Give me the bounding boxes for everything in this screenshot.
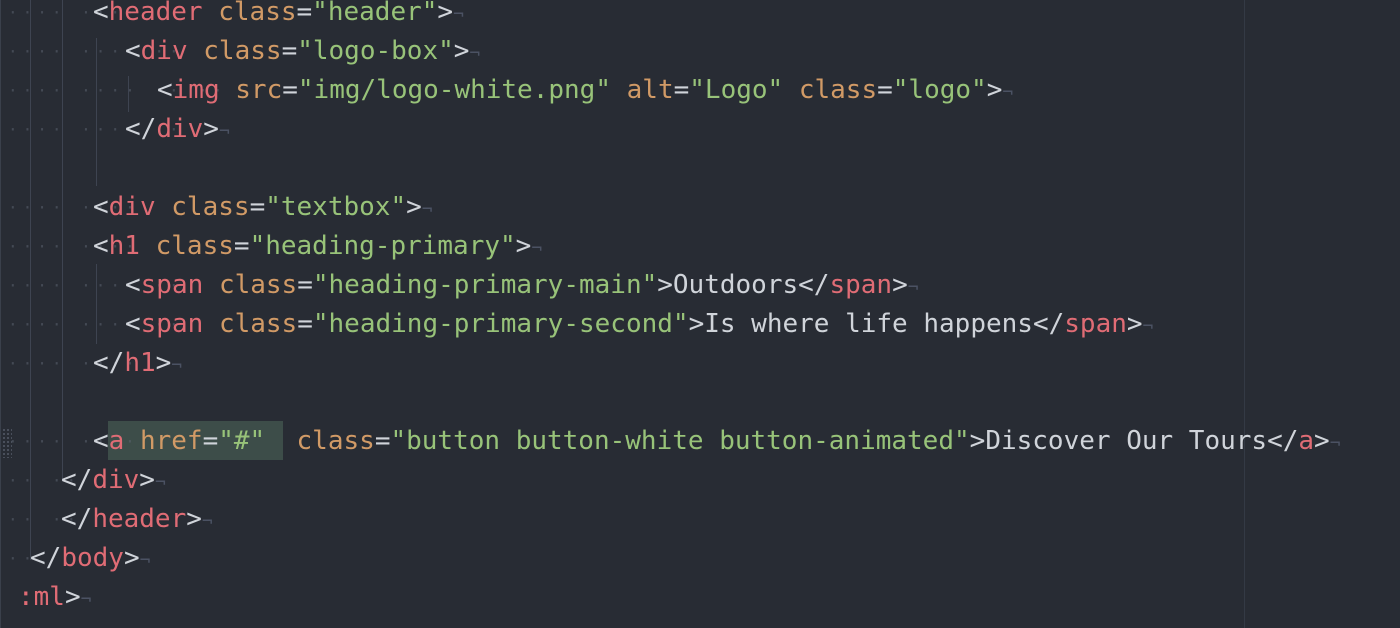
code-text: <div class="textbox">¬ [93, 192, 433, 222]
code-text: <span class="heading-primary-main">Outdo… [125, 270, 919, 300]
code-line[interactable]: ···· ···· <header class="header">¬ [0, 0, 1400, 32]
code-line[interactable]: ···· ···· <a href="#" class="button butt… [0, 422, 1400, 461]
code-text: </div>¬ [125, 114, 230, 144]
code-line[interactable]: ···· ···· ·· <div class="logo-box">¬ [0, 32, 1400, 71]
code-line[interactable]: ···· ···· ·· </div>¬ [0, 110, 1400, 149]
code-text: <img src="img/logo-white.png" alt="Logo"… [157, 75, 1014, 105]
code-text: <div class="logo-box">¬ [125, 36, 481, 66]
code-editor[interactable]: ···· ···· <header class="header">¬ ···· … [0, 0, 1400, 628]
code-text: <span class="heading-primary-second">Is … [125, 309, 1154, 339]
code-text: </header>¬ [61, 504, 213, 534]
code-text: :ml>¬ [18, 582, 92, 612]
code-line[interactable]: ···· ···· <div class="textbox">¬ [0, 188, 1400, 227]
code-line[interactable]: :ml>¬ [0, 578, 1400, 617]
code-line[interactable]: ···· ···· ·· <span class="heading-primar… [0, 305, 1400, 344]
code-text: <h1 class="heading-primary">¬ [93, 231, 543, 261]
code-text: </h1>¬ [93, 348, 183, 378]
code-line[interactable]: ···· ···· </h1>¬ [0, 344, 1400, 383]
code-line[interactable]: ·· </body>¬ [0, 539, 1400, 578]
code-line[interactable]: ···· ···· <h1 class="heading-primary">¬ [0, 227, 1400, 266]
code-text: </body>¬ [30, 543, 151, 573]
code-line[interactable]: ·· ·· </div>¬ [0, 461, 1400, 500]
code-line[interactable]: ·· ·· </header>¬ [0, 500, 1400, 539]
code-line[interactable]: ···· ···· ·· ·· <img src="img/logo-white… [0, 71, 1400, 110]
code-line[interactable]: ···· ···· ·· <span class="heading-primar… [0, 266, 1400, 305]
code-text: </div>¬ [61, 465, 166, 495]
code-text: <header class="header">¬ [93, 0, 464, 27]
code-text: <a href="#" class="button button-white b… [93, 426, 1341, 456]
